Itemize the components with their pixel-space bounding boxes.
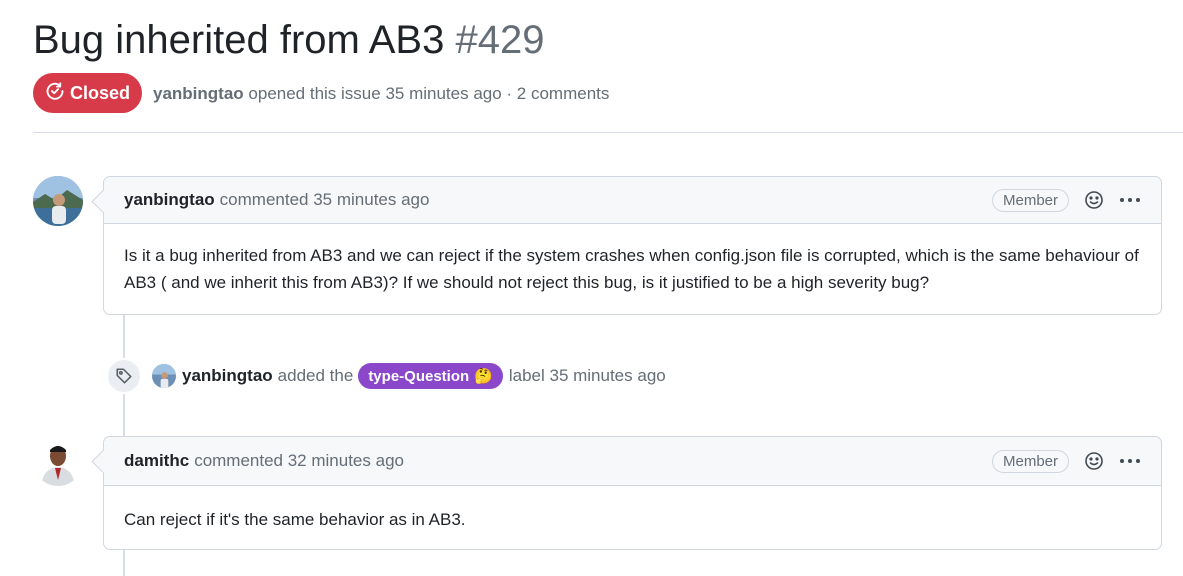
comment-card: damithc commented 32 minutes ago Member … [91, 436, 1162, 550]
label-name: type-Question [368, 367, 470, 385]
state-label: Closed [69, 82, 130, 103]
comment-author[interactable]: damithc [124, 451, 189, 471]
kebab-horizontal-icon[interactable] [1119, 189, 1141, 211]
comment-body: Is it a bug inherited from AB3 and we ca… [124, 246, 1139, 292]
event-actor[interactable]: yanbingtao [182, 366, 273, 386]
kebab-horizontal-icon[interactable] [1119, 450, 1141, 472]
member-badge: Member [991, 188, 1069, 212]
issue-closed-icon [45, 81, 65, 106]
event-time: label 35 minutes ago [508, 366, 666, 385]
comment-header: yanbingtao commented 35 minutes ago Memb… [104, 177, 1161, 224]
avatar[interactable] [33, 436, 83, 486]
comment-timestamp[interactable]: commented 32 minutes ago [194, 451, 404, 471]
comment-body: Can reject if it's the same behavior as … [124, 510, 466, 529]
comment-timestamp[interactable]: commented 35 minutes ago [220, 190, 430, 210]
issue-title: Bug inherited from AB3 [33, 18, 445, 62]
smiley-icon[interactable] [1083, 189, 1105, 211]
comment-card: yanbingtao commented 35 minutes ago Memb… [91, 176, 1162, 315]
state-badge: Closed [33, 73, 142, 113]
label-emoji: 🤔 [474, 368, 493, 385]
comment-header: damithc commented 32 minutes ago Member [104, 437, 1161, 486]
issue-meta: yanbingtao opened this issue 35 minutes … [153, 84, 609, 104]
tag-icon [106, 358, 142, 394]
header-divider [33, 132, 1183, 133]
issue-author-link[interactable]: yanbingtao [153, 84, 244, 103]
issue-number: #429 [455, 18, 545, 62]
comment-author[interactable]: yanbingtao [124, 190, 215, 210]
avatar[interactable] [152, 364, 176, 388]
smiley-icon[interactable] [1083, 450, 1105, 472]
label-event: yanbingtao added the type-Question 🤔 lab… [106, 358, 666, 394]
member-badge: Member [991, 449, 1069, 473]
label-type-question[interactable]: type-Question 🤔 [358, 363, 503, 389]
issue-meta-text: opened this issue 35 minutes ago · 2 com… [248, 84, 610, 103]
event-text: added the [277, 366, 354, 385]
avatar[interactable] [33, 176, 83, 226]
issue-title-row: Bug inherited from AB3 #429 [33, 14, 544, 66]
